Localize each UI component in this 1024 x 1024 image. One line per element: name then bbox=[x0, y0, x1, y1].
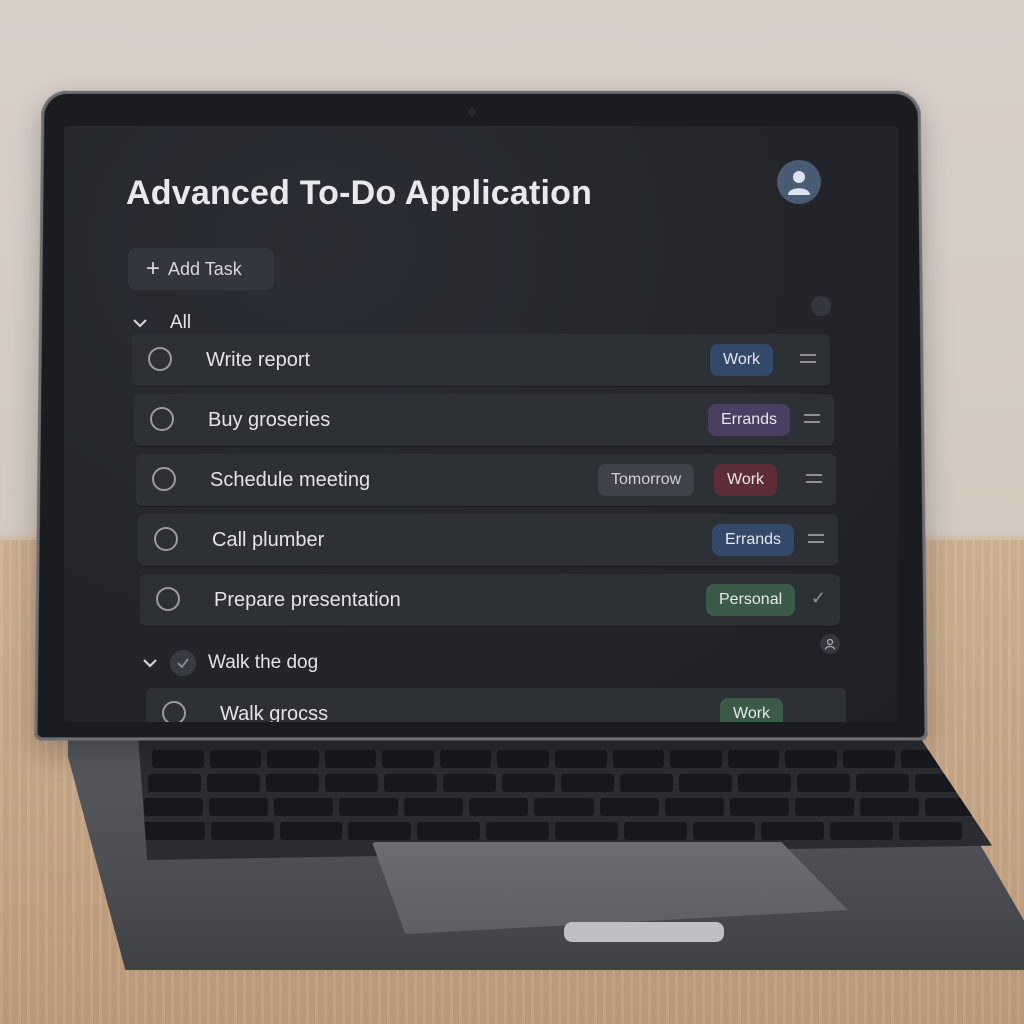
drag-handle-icon[interactable] bbox=[806, 472, 822, 486]
add-task-button[interactable]: + Add Task bbox=[128, 248, 274, 290]
task-title: Call plumber bbox=[212, 529, 324, 552]
add-task-label: Add Task bbox=[168, 259, 242, 280]
task-row[interactable]: Schedule meeting Tomorrow Work bbox=[136, 454, 836, 506]
filter-icon[interactable] bbox=[811, 296, 831, 316]
chevron-down-icon bbox=[132, 315, 148, 331]
task-title: Write report bbox=[206, 349, 310, 372]
task-row[interactable]: Buy groseries Errands bbox=[134, 394, 834, 446]
app-screen: Advanced To-Do Application + Add Task Al… bbox=[64, 126, 898, 722]
task-checkbox[interactable] bbox=[148, 347, 172, 371]
subgroup-header[interactable]: Walk the dog bbox=[142, 650, 318, 676]
group-header-all[interactable]: All bbox=[132, 312, 191, 334]
tag-badge[interactable]: Errands bbox=[708, 404, 790, 436]
subgroup-label: Walk the dog bbox=[208, 652, 318, 674]
task-checkbox[interactable] bbox=[152, 467, 176, 491]
chevron-down-icon bbox=[142, 655, 158, 671]
task-title: Buy groseries bbox=[208, 409, 330, 432]
task-row[interactable]: Walk grocss Work bbox=[146, 688, 846, 722]
task-checkbox[interactable] bbox=[156, 587, 180, 611]
task-row[interactable]: Call plumber Errands bbox=[138, 514, 838, 566]
task-row[interactable]: Prepare presentation Personal ✓ bbox=[140, 574, 840, 626]
drag-handle-icon[interactable] bbox=[800, 352, 816, 366]
tag-badge[interactable]: Personal bbox=[706, 584, 795, 616]
task-title: Schedule meeting bbox=[210, 469, 370, 492]
checkmark-icon[interactable]: ✓ bbox=[811, 588, 826, 609]
tag-badge[interactable]: Work bbox=[714, 464, 777, 496]
task-title: Walk grocss bbox=[220, 703, 328, 722]
task-row[interactable]: Write report Work bbox=[132, 334, 830, 386]
tag-badge[interactable]: Work bbox=[710, 344, 773, 376]
tag-badge[interactable]: Errands bbox=[712, 524, 794, 556]
app-title: Advanced To-Do Application bbox=[126, 174, 592, 213]
task-checkbox[interactable] bbox=[150, 407, 174, 431]
task-checkbox[interactable] bbox=[162, 701, 186, 722]
tag-badge[interactable]: Work bbox=[720, 698, 783, 722]
plus-icon: + bbox=[146, 257, 160, 281]
user-avatar-icon[interactable] bbox=[777, 160, 821, 204]
drag-handle-icon[interactable] bbox=[804, 412, 820, 426]
task-checkbox[interactable] bbox=[154, 527, 178, 551]
due-date-badge[interactable]: Tomorrow bbox=[598, 464, 694, 496]
webcam-icon bbox=[468, 108, 476, 116]
drag-handle-icon[interactable] bbox=[808, 532, 824, 546]
laptop-front-lip bbox=[564, 922, 724, 942]
user-mini-icon[interactable] bbox=[820, 634, 840, 654]
subgroup-checkbox[interactable] bbox=[170, 650, 196, 676]
group-label: All bbox=[170, 312, 191, 334]
task-title: Prepare presentation bbox=[214, 589, 401, 612]
